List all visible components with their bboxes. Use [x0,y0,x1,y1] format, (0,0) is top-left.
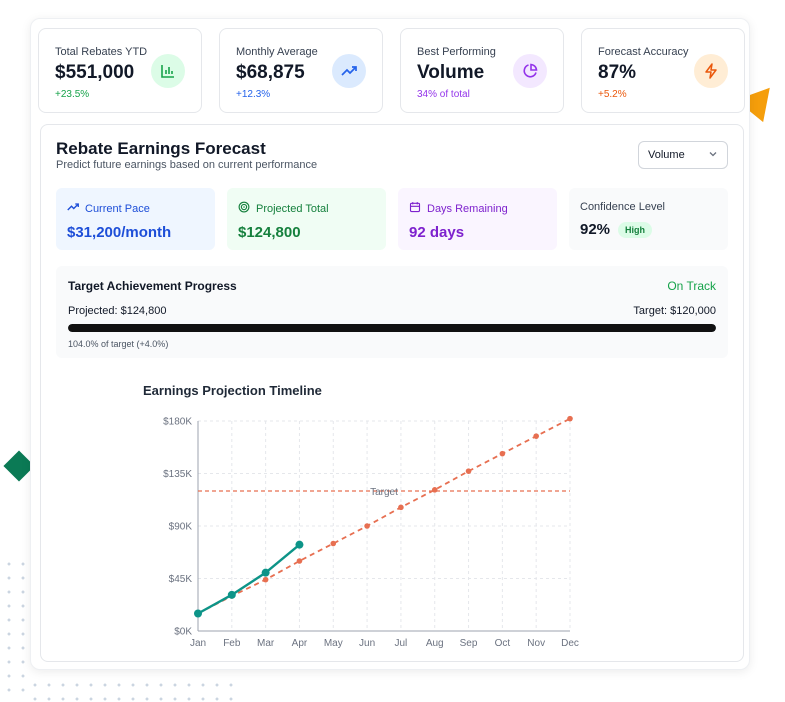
x-tick-label: Aug [426,638,444,649]
x-tick-label: Nov [527,638,545,649]
data-point [295,540,304,549]
zap-icon [694,54,728,88]
data-point [364,523,370,529]
stat-change: +23.5% [55,89,90,100]
chart-title: Earnings Projection Timeline [143,383,322,398]
x-tick-label: Sep [460,638,478,649]
metric-current-pace: Current Pace $31,200/month [56,188,215,250]
forecast-subtitle: Predict future earnings based on current… [56,159,318,171]
progress-title: Target Achievement Progress [68,279,237,293]
decorative-dot-grid [26,676,240,702]
earnings-projection-chart: $0K $45K $90K $135K $180K Jan Feb Mar Apr May Jun J… [163,415,579,649]
y-tick-label: $180K [163,417,192,428]
y-tick-label: $135K [163,469,192,480]
data-point [499,450,506,457]
data-point [398,504,404,511]
metric-projected-total: Projected Total $124,800 [227,188,386,250]
stat-change: +5.2% [598,89,627,100]
calendar-icon [409,201,421,216]
metric-days-remaining: Days Remaining 92 days [398,188,557,250]
decorative-dot-grid [0,555,26,702]
series-line-1 [197,417,571,615]
chevron-down-icon [708,149,718,162]
metric-label: Current Pace [85,202,150,215]
x-tick-label: Mar [257,638,275,649]
x-tick-label: Jul [395,638,408,649]
pie-chart-icon [513,54,547,88]
metric-value: 92 days [409,224,465,241]
forecast-panel: Rebate Earnings Forecast Predict future … [40,124,744,662]
progress-bar [68,324,716,332]
data-point [465,468,472,474]
y-tick-label: $90K [169,522,193,533]
data-point [194,609,202,618]
progress-note: 104.0% of target (+4.0%) [68,339,169,349]
metric-label: Days Remaining [427,202,508,215]
x-tick-label: Oct [495,638,511,649]
data-point [262,576,269,583]
x-tick-label: Feb [223,638,241,649]
data-point [533,433,539,439]
x-tick-label: Jun [359,638,375,649]
trending-up-icon [332,54,366,88]
data-point [330,540,337,547]
data-point [431,487,438,493]
stat-change: +12.3% [236,89,271,100]
y-tick-label: $45K [169,574,193,585]
forecast-title: Rebate Earnings Forecast [56,139,266,158]
metric-value: $31,200/month [67,224,172,241]
progress-status: On Track [667,279,716,293]
stat-card-best-performing: Best Performing Volume 34% of total [400,28,564,113]
metric-value: $124,800 [238,224,301,241]
stat-card-forecast-accuracy: Forecast Accuracy 87% +5.2% [581,28,745,113]
data-point [227,590,236,599]
target-line-label: Target [370,487,398,498]
metric-confidence-level: Confidence Level 92% High [569,188,728,250]
confidence-badge: High [618,221,653,238]
stat-card-total-rebates: Total Rebates YTD $551,000 +23.5% [38,28,202,113]
x-tick-label: Dec [561,638,579,649]
metric-value: 92% [580,221,611,238]
data-point [261,568,270,577]
metric-label: Projected Total [256,202,329,215]
target-icon [238,201,250,216]
data-point [567,415,573,422]
y-tick-label: $0K [174,627,192,638]
category-select-value: Volume [648,149,685,161]
x-tick-label: Apr [292,638,308,649]
trending-up-icon [67,201,79,216]
x-tick-label: May [324,638,343,649]
category-select[interactable]: Volume [638,141,728,169]
data-point [296,558,303,564]
series-line-0 [197,543,301,615]
target-progress-section: Target Achievement Progress On Track Pro… [56,266,728,358]
bar-chart-icon [151,54,185,88]
x-tick-label: Jan [190,638,206,649]
progress-bar-fill [68,324,716,332]
stat-change: 34% of total [417,89,470,100]
target-label: Target: $120,000 [633,305,716,317]
projected-label: Projected: $124,800 [68,305,167,317]
metric-label: Confidence Level [580,201,666,213]
stat-card-monthly-average: Monthly Average $68,875 +12.3% [219,28,383,113]
